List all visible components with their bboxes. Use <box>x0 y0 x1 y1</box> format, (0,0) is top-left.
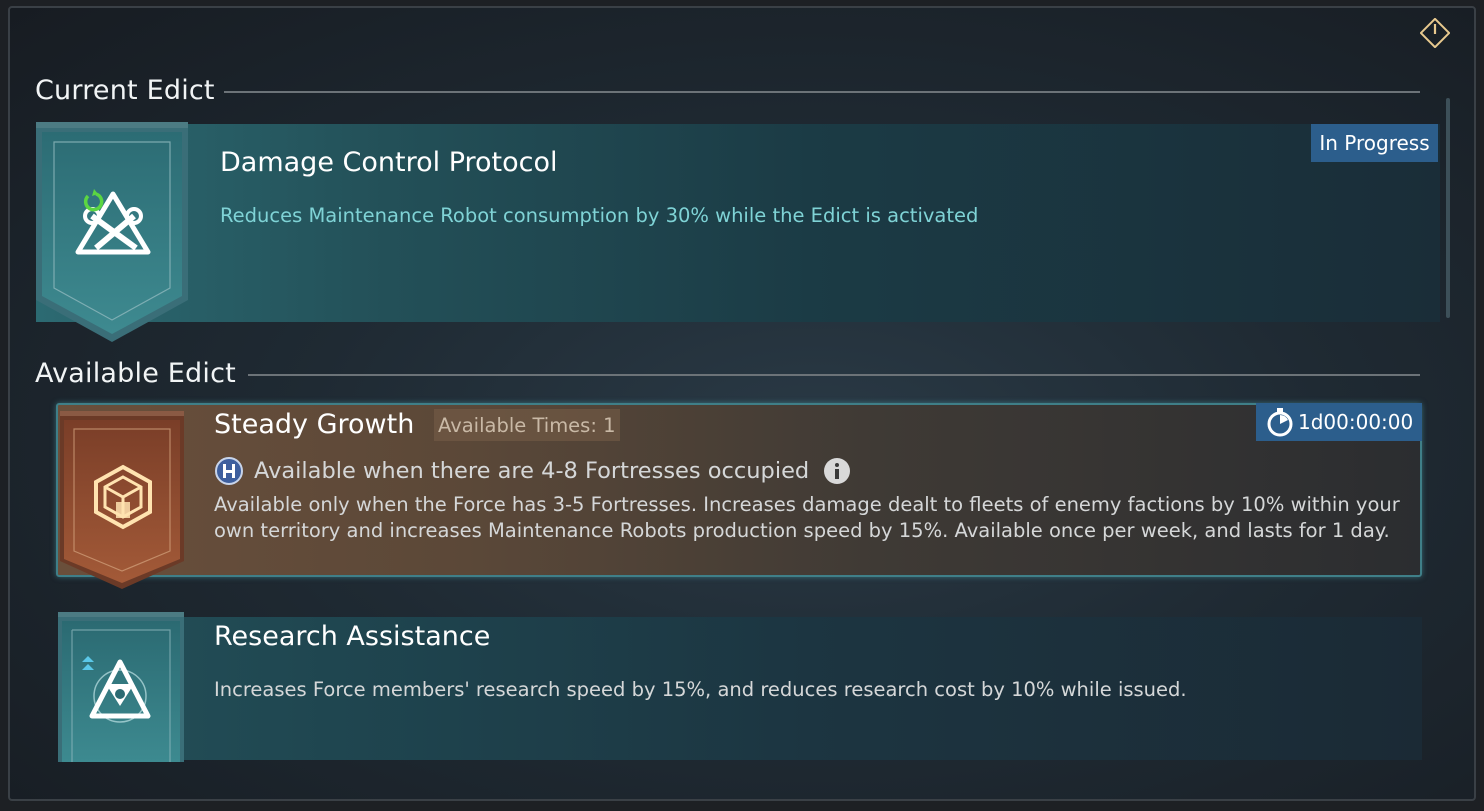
power-diamond-icon <box>1420 18 1450 48</box>
research-assistance-name: Research Assistance <box>214 621 491 652</box>
current-edict-heading: Current Edict <box>35 75 215 106</box>
fortress-cube-icon <box>94 464 152 530</box>
condition-row: Available when there are 4-8 Fortresses … <box>214 456 851 486</box>
timer-badge: 1d00:00:00 <box>1256 403 1422 441</box>
research-assistance-description: Increases Force members' research speed … <box>214 678 1187 701</box>
steady-growth-name: Steady Growth <box>214 409 415 440</box>
close-button[interactable] <box>1418 16 1452 50</box>
research-triangle-icon <box>82 656 151 723</box>
available-edict-heading: Available Edict <box>35 358 236 389</box>
repair-tools-triangle-icon <box>75 189 151 255</box>
stopwatch-icon <box>1267 408 1293 437</box>
current-edict-name: Damage Control Protocol <box>220 147 558 178</box>
section-divider <box>224 91 1420 93</box>
available-times-badge: Available Times: 1 <box>434 409 620 441</box>
current-edict-description: Reduces Maintenance Robot consumption by… <box>220 204 979 227</box>
info-icon[interactable] <box>823 457 851 485</box>
steady-growth-description: Available only when the Force has 3-5 Fo… <box>214 493 1400 542</box>
section-divider <box>248 374 1420 376</box>
condition-text: Available when there are 4-8 Fortresses … <box>254 458 810 484</box>
fortress-badge-icon <box>215 457 243 485</box>
scrollbar[interactable] <box>1446 98 1450 318</box>
timer-value: 1d00:00:00 <box>1298 410 1414 434</box>
status-badge: In Progress <box>1311 124 1438 162</box>
